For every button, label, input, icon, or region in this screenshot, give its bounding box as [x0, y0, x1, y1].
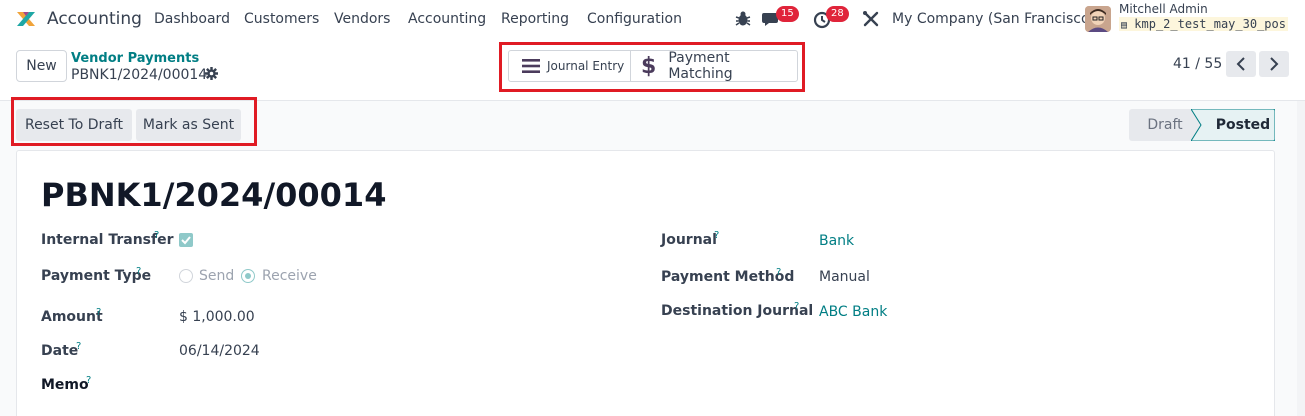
- debug-bug-icon[interactable]: [733, 9, 753, 29]
- vertical-scrollbar[interactable]: [1297, 101, 1305, 416]
- mark-as-sent-button[interactable]: Mark as Sent: [136, 109, 241, 141]
- new-button[interactable]: New: [16, 50, 67, 82]
- database-name: ▤ kmp_2_test_may_30_pos: [1119, 17, 1288, 31]
- breadcrumb-current-record: PBNK1/2024/00014: [71, 67, 208, 83]
- accounting-app-logo[interactable]: [15, 8, 37, 30]
- reset-to-draft-button[interactable]: Reset To Draft: [16, 109, 132, 141]
- date-help[interactable]: ?: [76, 341, 81, 352]
- gear-icon[interactable]: [205, 67, 218, 80]
- payment-type-receive-label[interactable]: Receive: [262, 268, 317, 284]
- messages-count-badge: 15: [776, 6, 799, 22]
- record-title: PBNK1/2024/00014: [41, 176, 387, 214]
- payment-type-send-label[interactable]: Send: [199, 268, 234, 284]
- journal-entry-smart-button[interactable]: Journal Entry: [509, 51, 630, 81]
- dollar-icon: $: [641, 53, 657, 79]
- pager-previous-button[interactable]: [1226, 51, 1256, 77]
- payment-matching-smart-button[interactable]: $ Payment Matching: [631, 50, 797, 82]
- database-icon: ▤: [1121, 20, 1128, 31]
- journal-entry-label: Journal Entry: [547, 59, 625, 73]
- check-icon: [181, 236, 191, 245]
- amount-label: Amount: [41, 309, 103, 325]
- avatar-portrait-icon: [1085, 6, 1111, 32]
- destination-journal-label: Destination Journal: [661, 303, 814, 319]
- payment-method-label: Payment Method: [661, 269, 795, 285]
- payment-type-label: Payment Type: [41, 268, 152, 284]
- payment-type-help[interactable]: ?: [136, 266, 141, 277]
- journal-help[interactable]: ?: [714, 230, 719, 241]
- activities-count-badge: 28: [826, 6, 849, 22]
- pager-next-button[interactable]: [1259, 51, 1289, 77]
- user-avatar[interactable]: [1085, 6, 1111, 32]
- breadcrumb-vendor-payments[interactable]: Vendor Payments: [71, 51, 199, 66]
- list-bars-icon: [522, 59, 540, 73]
- journal-label: Journal: [661, 232, 717, 248]
- smart-buttons: Journal Entry $ Payment Matching: [508, 50, 798, 82]
- company-switcher[interactable]: My Company (San Francisco): [892, 11, 1095, 27]
- internal-transfer-checkbox[interactable]: [179, 233, 193, 247]
- destination-journal-help[interactable]: ?: [794, 301, 799, 312]
- amount-value[interactable]: $ 1,000.00: [179, 309, 255, 325]
- control-panel: New Vendor Payments PBNK1/2024/00014 Jou…: [0, 38, 1305, 101]
- payment-method-help[interactable]: ?: [776, 267, 781, 278]
- top-navbar: Accounting Dashboard Customers Vendors A…: [0, 0, 1305, 38]
- payment-type-send-radio[interactable]: [179, 269, 193, 283]
- menu-vendors[interactable]: Vendors: [334, 11, 390, 27]
- status-posted[interactable]: Posted: [1213, 109, 1273, 141]
- payment-method-value[interactable]: Manual: [819, 269, 870, 285]
- memo-label: Memo: [41, 377, 89, 393]
- menu-configuration[interactable]: Configuration: [587, 11, 682, 27]
- app-name[interactable]: Accounting: [47, 9, 142, 29]
- menu-dashboard[interactable]: Dashboard: [154, 11, 230, 27]
- database-label: kmp_2_test_may_30_pos: [1134, 17, 1286, 31]
- pager-value[interactable]: 41 / 55: [1173, 56, 1222, 72]
- amount-help[interactable]: ?: [96, 307, 101, 318]
- memo-help[interactable]: ?: [86, 375, 91, 386]
- menu-accounting[interactable]: Accounting: [408, 11, 486, 27]
- payment-matching-label: Payment Matching: [668, 50, 733, 82]
- chevron-left-icon: [1236, 57, 1245, 71]
- payment-type-receive-radio[interactable]: [241, 269, 255, 283]
- date-label: Date: [41, 343, 79, 359]
- settings-tools-icon[interactable]: [861, 9, 881, 29]
- user-name[interactable]: Mitchell Admin: [1119, 2, 1208, 16]
- chevron-right-icon: [1270, 57, 1279, 71]
- journal-value[interactable]: Bank: [819, 233, 854, 249]
- internal-transfer-help[interactable]: ?: [154, 230, 159, 241]
- destination-journal-value[interactable]: ABC Bank: [819, 304, 887, 320]
- date-value[interactable]: 06/14/2024: [179, 343, 260, 359]
- menu-customers[interactable]: Customers: [244, 11, 319, 27]
- menu-reporting[interactable]: Reporting: [501, 11, 569, 27]
